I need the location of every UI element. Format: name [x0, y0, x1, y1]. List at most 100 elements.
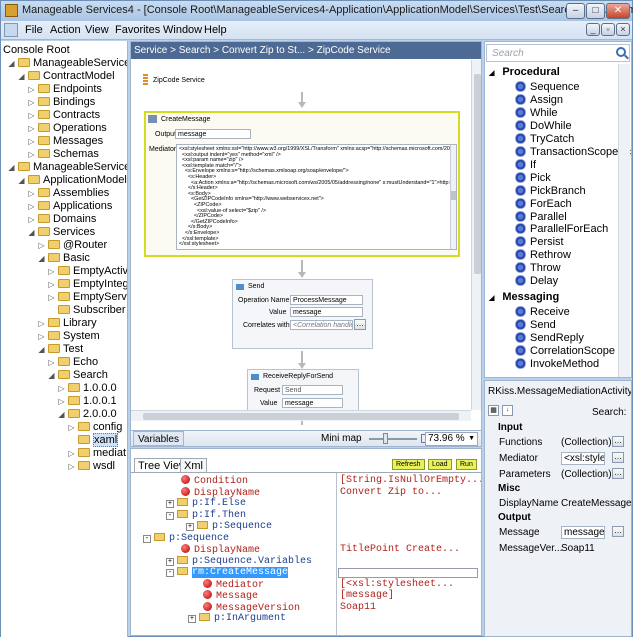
- minimap-button[interactable]: Mini map: [317, 431, 366, 446]
- tree-node[interactable]: ▷ Echo: [47, 356, 98, 369]
- tree-node[interactable]: ▷ Library: [37, 317, 96, 330]
- correlates-with-field[interactable]: <Correlation handle>: [290, 320, 353, 330]
- refresh-button[interactable]: Refresh: [392, 459, 425, 470]
- collapse-icon[interactable]: -: [143, 534, 151, 543]
- toolbox-item[interactable]: CorrelationScope: [515, 345, 615, 358]
- tree-node[interactable]: ▷ EmptyActivity: [47, 265, 127, 278]
- collapse-arrow-icon[interactable]: ◢: [489, 295, 496, 302]
- attribute-node[interactable]: DisplayName: [181, 544, 260, 556]
- tree-node[interactable]: ◢ Search: [47, 369, 107, 382]
- request-field[interactable]: Send: [282, 385, 343, 395]
- tab-xml[interactable]: Xml: [180, 458, 207, 473]
- toolbox-item[interactable]: Receive: [515, 306, 570, 319]
- expand-arrow-icon[interactable]: ▷: [47, 278, 56, 291]
- toolbox-item[interactable]: Rethrow: [515, 249, 571, 262]
- toolbox-item[interactable]: Persist: [515, 236, 564, 249]
- property-row[interactable]: Parameters (Collection)…: [485, 467, 631, 481]
- scroll-thumb[interactable]: [474, 74, 481, 274]
- element-node[interactable]: - p:Sequence: [143, 532, 229, 544]
- tree-node[interactable]: ▷ mediat: [67, 447, 126, 460]
- property-row[interactable]: Functions (Collection)…: [485, 435, 631, 449]
- breadcrumb[interactable]: Service > Search > Convert Zip to St... …: [131, 42, 481, 59]
- menu-view[interactable]: View: [85, 24, 109, 36]
- xml-tree-row[interactable]: + p:Sequence: [131, 521, 481, 533]
- tree-node[interactable]: ◢ ManageableServices4-Contra: [7, 57, 127, 70]
- expand-arrow-icon[interactable]: ▷: [27, 187, 36, 200]
- property-category[interactable]: Misc: [485, 483, 631, 497]
- xml-tree-row[interactable]: Message [message]: [131, 590, 481, 602]
- collapse-arrow-icon[interactable]: ◢: [37, 343, 46, 356]
- expand-arrow-icon[interactable]: ▷: [37, 330, 46, 343]
- element-node[interactable]: + p:Sequence: [186, 521, 272, 532]
- toolbox-scrollbar[interactable]: [618, 64, 630, 377]
- menu-window[interactable]: Window: [163, 24, 202, 36]
- xml-tree-row[interactable]: Mediator [<xsl:stylesheet...: [131, 578, 481, 591]
- element-node[interactable]: - rm:CreateMessage: [166, 567, 289, 578]
- menu-help[interactable]: Help: [204, 24, 227, 36]
- zipcode-service-label[interactable]: ZipCode Service: [153, 77, 205, 84]
- tree-node[interactable]: Subscriber: [47, 304, 126, 317]
- correlates-ellipsis-button[interactable]: …: [354, 319, 366, 330]
- tree-node[interactable]: ◢ ApplicationModel: [17, 174, 126, 187]
- collapse-arrow-icon[interactable]: ◢: [57, 408, 66, 421]
- expand-arrow-icon[interactable]: ▷: [57, 382, 66, 395]
- expand-arrow-icon[interactable]: ▷: [27, 96, 36, 109]
- tree-node[interactable]: ▷ Applications: [27, 200, 112, 213]
- receive-reply-activity[interactable]: ReceiveReplyForSend Request Send Value m…: [247, 369, 359, 414]
- tree-node[interactable]: ▷ Schemas: [27, 148, 98, 161]
- collapse-arrow-icon[interactable]: ◢: [17, 174, 26, 187]
- collapse-arrow-icon[interactable]: ◢: [7, 57, 16, 70]
- expand-icon[interactable]: +: [166, 500, 174, 508]
- collapse-icon[interactable]: -: [166, 569, 174, 577]
- property-value[interactable]: (Collection): [561, 469, 612, 480]
- expand-arrow-icon[interactable]: ▷: [47, 356, 56, 369]
- operation-name-field[interactable]: ProcessMessage: [290, 295, 363, 305]
- toolbox-item[interactable]: Assign: [515, 93, 563, 107]
- toolbox-item[interactable]: Pick: [515, 171, 551, 185]
- toolbox-item[interactable]: PickBranch: [515, 184, 586, 198]
- collapse-icon[interactable]: -: [166, 511, 174, 520]
- attribute-node[interactable]: DisplayName: [181, 486, 260, 499]
- toolbox-search-input[interactable]: Search: [486, 44, 630, 62]
- expand-arrow-icon[interactable]: ▷: [47, 291, 56, 304]
- toolbox-category[interactable]: ◢ Messaging: [489, 291, 559, 303]
- tree-node[interactable]: ▷ Assemblies: [27, 187, 109, 200]
- xml-tree-row[interactable]: Condition [String.IsNullOrEmpty...: [131, 475, 481, 487]
- toolbox-item[interactable]: TryCatch: [515, 132, 574, 146]
- expand-icon[interactable]: +: [166, 557, 174, 566]
- tree-node[interactable]: ▷ Operations: [27, 122, 106, 135]
- node-value[interactable]: Soap11: [340, 602, 376, 613]
- node-value[interactable]: [message]: [340, 590, 394, 601]
- node-value[interactable]: [String.IsNullOrEmpty...: [340, 475, 481, 486]
- tree-node[interactable]: ▷ Bindings: [27, 96, 95, 109]
- expand-icon[interactable]: +: [188, 615, 196, 623]
- designer-canvas[interactable]: ZipCode Service CreateMessage Output mes…: [131, 60, 471, 425]
- xml-tree-row[interactable]: - p:Sequence: [131, 532, 481, 545]
- property-value[interactable]: message: [561, 526, 605, 539]
- property-value[interactable]: CreateMessage: [561, 498, 631, 509]
- toolbox-item[interactable]: Parallel: [515, 210, 567, 224]
- toolbox-item[interactable]: Delay: [515, 275, 558, 288]
- tree-node[interactable]: ◢ Basic: [37, 252, 89, 265]
- run-button[interactable]: Run: [456, 459, 477, 470]
- toolbox-item[interactable]: Send: [515, 319, 556, 332]
- toolbox-item[interactable]: DoWhile: [515, 119, 572, 133]
- scroll-thumb[interactable]: [143, 413, 459, 420]
- expand-arrow-icon[interactable]: ▷: [27, 135, 36, 148]
- tree-node[interactable]: ▷ wsdl: [67, 460, 115, 473]
- property-row[interactable]: MessageVer... Soap11: [485, 541, 631, 555]
- attribute-node[interactable]: Condition: [181, 475, 248, 487]
- toolbox-item[interactable]: ParallelForEach: [515, 223, 608, 236]
- value-edit-field[interactable]: [338, 568, 478, 578]
- expand-arrow-icon[interactable]: ▷: [27, 122, 36, 135]
- expand-icon[interactable]: +: [186, 523, 194, 531]
- toolbox-item[interactable]: TransactionScopeActivi: [515, 145, 631, 159]
- node-value[interactable]: [<xsl:stylesheet...: [340, 579, 454, 590]
- tree-node[interactable]: ◢ 2.0.0.0: [57, 408, 116, 421]
- inner-close-button[interactable]: ×: [616, 23, 630, 36]
- node-value[interactable]: Convert Zip to...: [340, 487, 442, 498]
- output-field[interactable]: message: [175, 129, 251, 139]
- tree-node[interactable]: Console Root: [3, 44, 70, 57]
- element-node[interactable]: + p:If.Else: [166, 498, 246, 509]
- element-node[interactable]: - p:If.Then: [166, 509, 246, 521]
